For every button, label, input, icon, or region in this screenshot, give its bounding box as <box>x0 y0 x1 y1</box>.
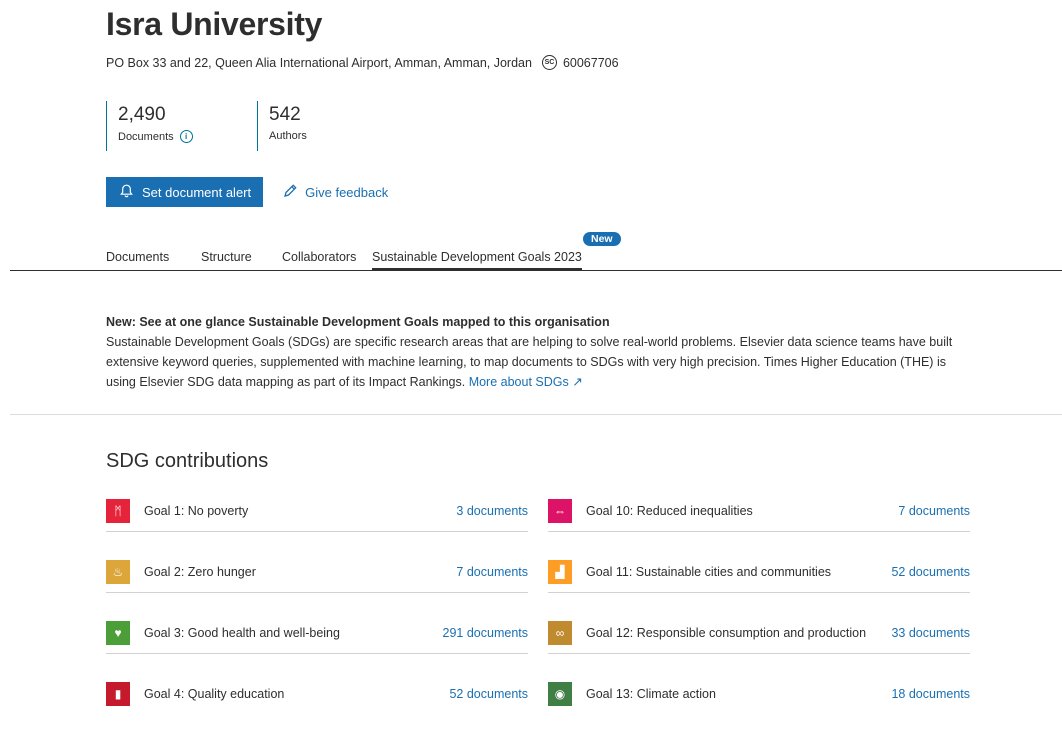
documents-label: Documents i <box>118 130 257 143</box>
tab-structure[interactable]: Structure <box>201 250 252 264</box>
tab-sustainable-development-goals[interactable]: Sustainable Development Goals 2023 <box>372 250 582 271</box>
goal-label: Goal 11: Sustainable cities and communit… <box>586 564 832 579</box>
tab-bar: New Documents Structure Collaborators Su… <box>0 232 1062 272</box>
more-about-sdgs-link[interactable]: More about SDGs ↗ <box>469 375 583 389</box>
authors-metric: 542 Authors <box>257 101 377 151</box>
goal-documents-link[interactable]: 7 documents <box>456 565 528 579</box>
sdg-item: ∞ Goal 12: Responsible consumption and p… <box>548 612 970 673</box>
sdg-item: ▟ Goal 11: Sustainable cities and commun… <box>548 551 970 612</box>
set-document-alert-label: Set document alert <box>142 184 252 200</box>
scopus-id-icon: SC <box>541 55 557 70</box>
goal-documents-link[interactable]: 33 documents <box>891 626 970 640</box>
give-feedback-button[interactable]: Give feedback <box>283 183 389 201</box>
goal-label: Goal 3: Good health and well-being <box>144 625 340 640</box>
bowl-icon: ♨ <box>106 559 130 584</box>
equality-icon: ⇔ <box>548 498 572 523</box>
tab-collaborators[interactable]: Collaborators <box>282 250 356 264</box>
sdg-item: ᛗ Goal 1: No poverty 3 documents <box>106 490 528 551</box>
authors-label: Authors <box>269 130 307 142</box>
bell-icon <box>120 184 133 201</box>
section-divider <box>10 414 1062 415</box>
sdg-item: ♨ Goal 2: Zero hunger 7 documents <box>106 551 528 612</box>
authors-count: 542 <box>269 104 301 125</box>
pencil-icon <box>283 183 297 201</box>
documents-metric: 2,490 Documents i <box>106 101 257 151</box>
book-icon: ▮ <box>106 681 130 706</box>
tab-divider <box>10 270 1062 271</box>
goal-documents-link[interactable]: 18 documents <box>891 687 970 701</box>
address: PO Box 33 and 22, Queen Alia Internation… <box>106 55 619 70</box>
address-text: PO Box 33 and 22, Queen Alia Internation… <box>106 55 532 70</box>
eye-globe-icon: ◉ <box>548 681 572 706</box>
sdg-item: ♥ Goal 3: Good health and well-being 291… <box>106 612 528 673</box>
scopus-id: 60067706 <box>562 55 619 70</box>
intro-heading: New: See at one glance Sustainable Devel… <box>106 315 610 329</box>
people-icon: ᛗ <box>106 498 130 523</box>
sdg-item: ⇔ Goal 10: Reduced inequalities 7 docume… <box>548 490 970 551</box>
goal-label: Goal 2: Zero hunger <box>144 564 256 579</box>
goal-documents-link[interactable]: 52 documents <box>891 565 970 579</box>
sdg-intro: New: See at one glance Sustainable Devel… <box>106 312 976 392</box>
goal-label: Goal 10: Reduced inequalities <box>586 503 753 518</box>
sdg-item: ◉ Goal 13: Climate action 18 documents <box>548 673 970 734</box>
sdg-contributions-title: SDG contributions <box>106 450 269 472</box>
more-about-sdgs-label: More about SDGs <box>468 375 569 389</box>
give-feedback-label: Give feedback <box>305 184 389 200</box>
goal-label: Goal 12: Responsible consumption and pro… <box>586 625 867 640</box>
goal-documents-link[interactable]: 291 documents <box>443 626 528 640</box>
goal-label: Goal 4: Quality education <box>144 686 285 701</box>
documents-count: 2,490 <box>118 104 166 125</box>
goal-label: Goal 13: Climate action <box>586 686 716 701</box>
new-badge: New <box>583 232 621 246</box>
goal-label: Goal 1: No poverty <box>144 503 249 518</box>
external-link-icon: ↗ <box>572 375 583 389</box>
page-title: Isra University <box>106 6 323 42</box>
infinity-icon: ∞ <box>548 620 572 645</box>
documents-label-text: Documents <box>118 130 174 143</box>
heartbeat-icon: ♥ <box>106 620 130 645</box>
metrics: 2,490 Documents i 542 Authors <box>106 101 377 151</box>
tab-documents[interactable]: Documents <box>106 250 169 264</box>
actions-bar: Set document alert Give feedback <box>106 177 388 207</box>
goal-documents-link[interactable]: 7 documents <box>898 504 970 518</box>
goal-documents-link[interactable]: 52 documents <box>449 687 528 701</box>
sdg-item: ▮ Goal 4: Quality education 52 documents <box>106 673 528 734</box>
city-icon: ▟ <box>548 559 572 584</box>
set-document-alert-button[interactable]: Set document alert <box>106 177 264 207</box>
info-icon[interactable]: i <box>179 130 193 143</box>
goal-documents-link[interactable]: 3 documents <box>456 504 528 518</box>
